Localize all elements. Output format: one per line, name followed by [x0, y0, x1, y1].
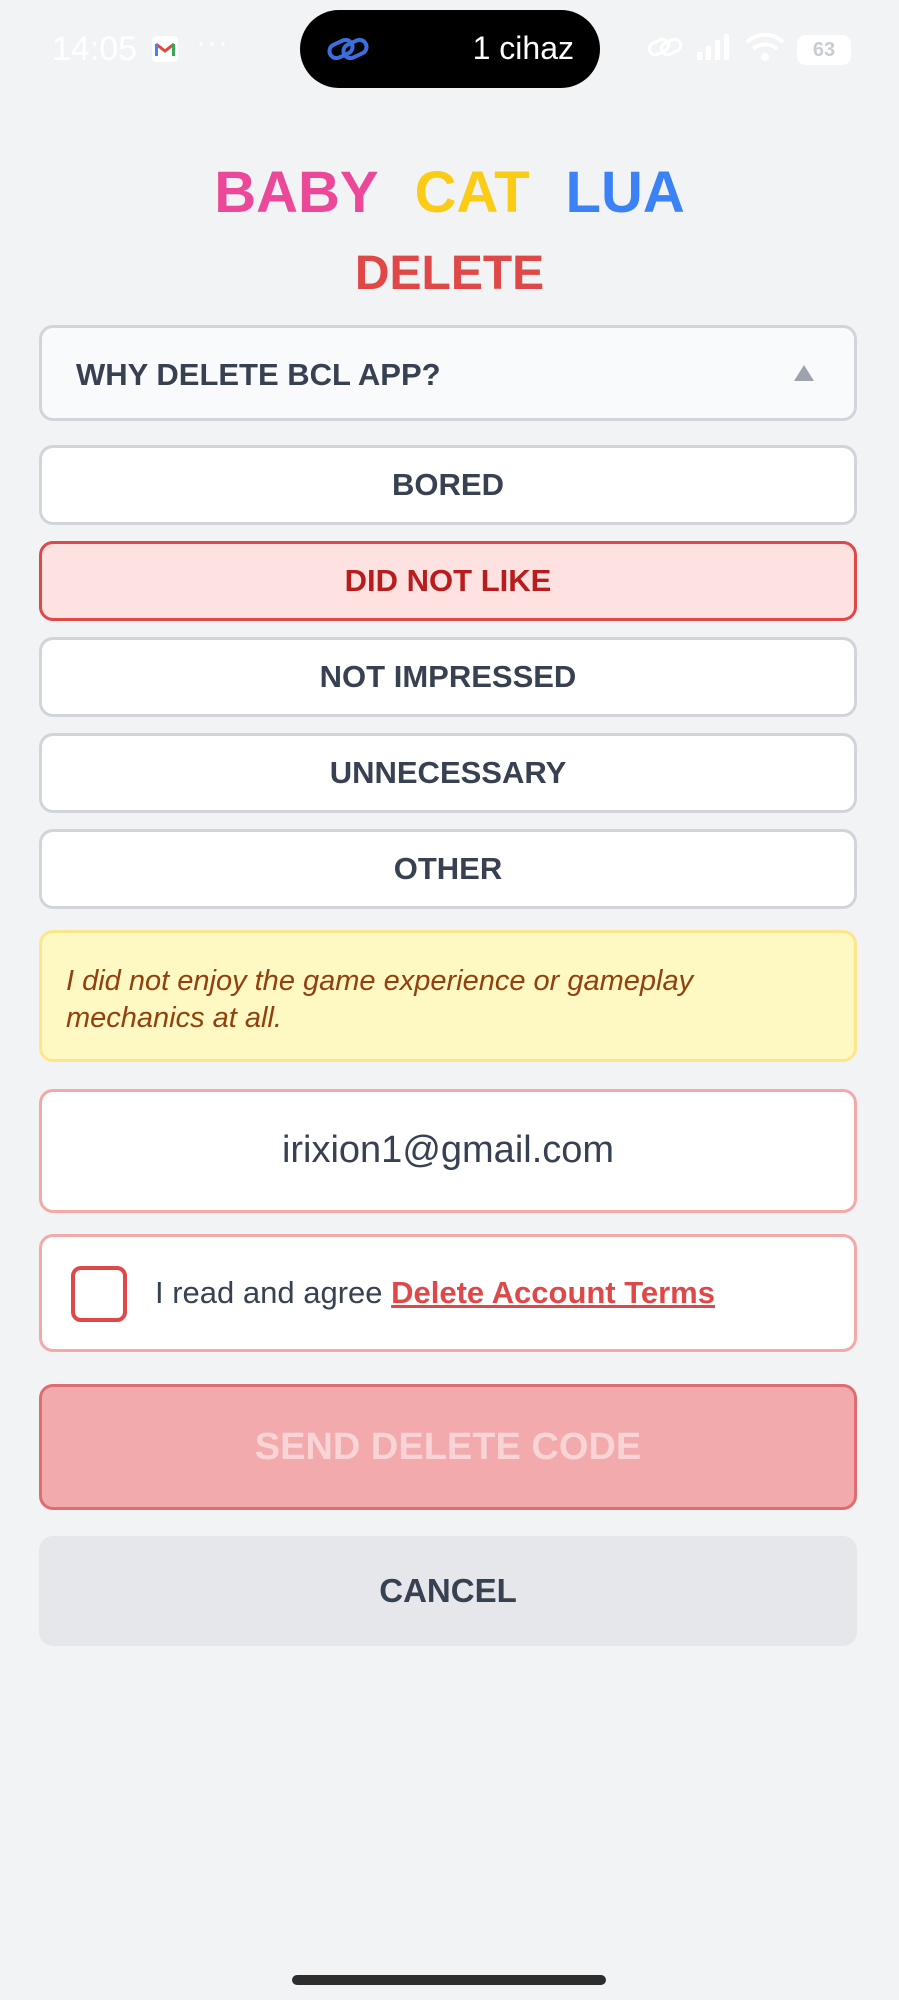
wifi-icon: [745, 32, 785, 67]
send-delete-code-button[interactable]: SEND DELETE CODE: [39, 1384, 857, 1510]
delete-account-terms-link[interactable]: Delete Account Terms: [391, 1275, 715, 1310]
status-icons: 63: [647, 32, 851, 67]
option-did-not-like[interactable]: DID NOT LIKE: [39, 541, 857, 621]
page-subtitle: DELETE: [354, 247, 545, 300]
pill-text: 1 cihaz: [472, 30, 574, 66]
option-other[interactable]: OTHER: [39, 829, 857, 909]
reason-description: I did not enjoy the game experience or g…: [39, 930, 857, 1062]
agree-text: I read and agree Delete Account Terms: [155, 1275, 715, 1311]
status-bar: 14:05 ··· 1 cihaz 63: [0, 0, 899, 100]
status-time: 14:05: [52, 30, 138, 68]
link-status-icon: [647, 32, 683, 67]
title-lua: LUA: [565, 160, 685, 225]
home-indicator[interactable]: [292, 1975, 606, 1985]
agree-checkbox[interactable]: [71, 1266, 127, 1322]
title-cat: CAT: [414, 160, 530, 225]
dropdown-label: WHY DELETE BCL APP?: [76, 357, 441, 392]
option-unnecessary[interactable]: UNNECESSARY: [39, 733, 857, 813]
link-icon: [326, 30, 370, 68]
email-field[interactable]: irixion1@gmail.com: [39, 1089, 857, 1213]
app-title: BABY CAT LUA: [0, 160, 899, 226]
more-notifications-icon: ···: [196, 26, 229, 59]
option-bored[interactable]: BORED: [39, 445, 857, 525]
option-not-impressed[interactable]: NOT IMPRESSED: [39, 637, 857, 717]
title-baby: BABY: [214, 160, 379, 225]
agree-terms-row: I read and agree Delete Account Terms: [39, 1234, 857, 1352]
gmail-icon: [152, 36, 178, 62]
agree-label: I read and agree: [155, 1275, 392, 1310]
caret-up-icon: [794, 365, 814, 381]
reason-dropdown[interactable]: WHY DELETE BCL APP?: [39, 325, 857, 421]
device-connection-pill[interactable]: 1 cihaz: [300, 10, 600, 88]
signal-icon: [695, 32, 733, 67]
cancel-button[interactable]: CANCEL: [39, 1536, 857, 1646]
battery-icon: 63: [797, 34, 851, 65]
